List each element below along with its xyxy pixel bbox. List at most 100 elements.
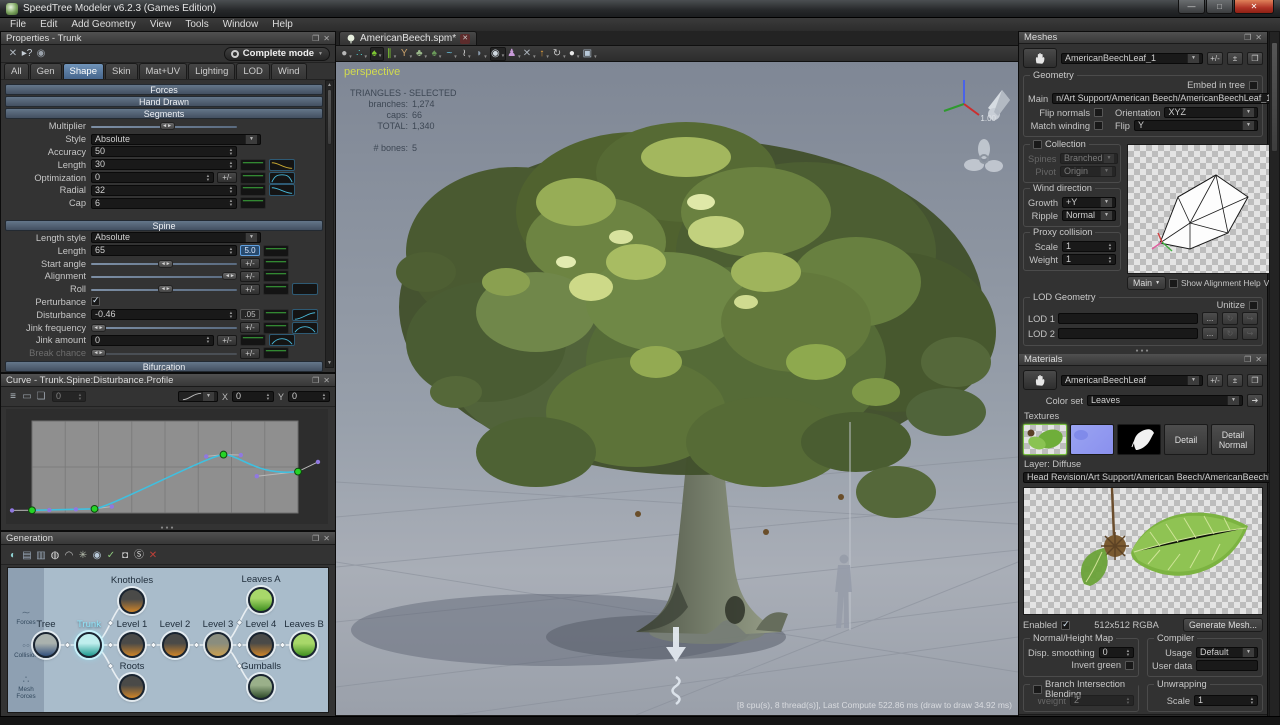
length-style-dropdown[interactable]: Absolute▼	[91, 232, 261, 243]
disturbance-input[interactable]: -0.46▲▼	[91, 309, 237, 320]
complete-mode-button[interactable]: Complete mode ▼	[224, 47, 330, 61]
leaf-tool-icon[interactable]: ♠▼	[370, 47, 384, 61]
seg-length-input[interactable]: 30▲▼	[91, 159, 237, 170]
diffuse-texture-thumb[interactable]	[1023, 424, 1067, 455]
curve-y-input[interactable]: 0▲▼	[288, 391, 330, 402]
trunk-tool-icon[interactable]: ♠▼	[430, 47, 444, 61]
enable-check-tool-icon[interactable]: ✓	[104, 549, 118, 563]
material-selector-dropdown[interactable]: AmericanBeechLeaf▼	[1061, 375, 1203, 386]
tab-matuv[interactable]: Mat+UV	[139, 63, 188, 79]
profile-curve-button[interactable]	[263, 245, 289, 257]
material-plusminus-button[interactable]: +/-	[1207, 374, 1223, 387]
node-gumballs[interactable]	[248, 674, 274, 700]
optimization-curve-button[interactable]	[269, 172, 295, 184]
profile-curve-button[interactable]	[240, 159, 266, 171]
profile-curve-button[interactable]	[263, 347, 289, 359]
jink-amount-input[interactable]: 0▲▼	[91, 335, 214, 346]
rotate-tool-icon[interactable]: ↻▼	[553, 47, 567, 61]
node-trunk[interactable]	[76, 632, 102, 658]
roll-slider[interactable]: ◄►	[91, 284, 237, 294]
bib-weight-input[interactable]: 2▲▼	[1070, 695, 1134, 706]
tree-tool-icon[interactable]: ♣▼	[415, 47, 429, 61]
plusminus-button[interactable]: +/-	[240, 322, 260, 333]
minimize-button[interactable]: —	[1178, 0, 1205, 14]
lock-tool-icon[interactable]: ◘	[118, 549, 132, 563]
multiplier-slider[interactable]: ◄►	[91, 121, 237, 131]
close-panel-icon[interactable]: ✕	[323, 376, 330, 385]
profile-curve-button[interactable]	[263, 258, 289, 270]
jink-frequency-slider[interactable]: ◄►	[91, 323, 237, 333]
style-dropdown[interactable]: Absolute▼	[91, 134, 261, 145]
float-panel-icon[interactable]: ❐	[312, 534, 319, 543]
section-segments[interactable]: Segments	[5, 108, 323, 119]
match-winding-checkbox[interactable]	[1094, 121, 1103, 130]
float-panel-icon[interactable]: ❐	[312, 34, 319, 43]
disturbance-variance-badge[interactable]: .05	[240, 309, 260, 320]
mesh-wireframe-preview[interactable]	[1127, 144, 1280, 274]
node-level4[interactable]	[248, 632, 274, 658]
proxy-weight-input[interactable]: 1▲▼	[1062, 254, 1116, 265]
lod1-path-field[interactable]	[1058, 313, 1198, 324]
curve-type-dropdown[interactable]: ▼	[178, 391, 218, 402]
material-preview-thumb[interactable]	[1023, 370, 1057, 390]
orientation-dropdown[interactable]: XYZ▼	[1164, 107, 1258, 118]
arc-tool-icon[interactable]: ◠	[62, 549, 76, 563]
group-horizontal-tool-icon[interactable]: ▤	[20, 549, 34, 563]
sphere-display-tool-icon[interactable]: ◍	[48, 549, 62, 563]
menu-window[interactable]: Window	[217, 19, 265, 30]
flip-normals-checkbox[interactable]	[1094, 108, 1103, 117]
menu-add-geometry[interactable]: Add Geometry	[65, 19, 141, 30]
enabled-checkbox[interactable]	[1061, 621, 1070, 630]
focus-tool-icon[interactable]: ◉▼	[490, 47, 506, 61]
break-chance-slider[interactable]: ◄►	[91, 348, 237, 358]
flip-dropdown[interactable]: Y▼	[1134, 120, 1258, 131]
plusminus-button[interactable]: +/-	[217, 172, 237, 183]
profile-curve-button[interactable]	[240, 197, 266, 209]
preview-main-dropdown[interactable]: Main▼	[1127, 276, 1166, 290]
close-panel-icon[interactable]: ✕	[323, 34, 330, 43]
normal-texture-thumb[interactable]	[1070, 424, 1114, 455]
profile-curve-button[interactable]	[263, 270, 289, 282]
node-level3[interactable]	[205, 632, 231, 658]
unitize-checkbox[interactable]	[1249, 301, 1258, 310]
main-mesh-path-field[interactable]: n/Art Support/American Beech/AmericanBee…	[1052, 93, 1280, 104]
curve-x-input[interactable]: 0▲▼	[232, 391, 274, 402]
mushroom-tool-icon[interactable]: ♟▼	[507, 47, 521, 61]
profile-curve-button[interactable]	[240, 184, 266, 196]
length-variance-badge[interactable]: 5.0	[240, 245, 260, 256]
curve-value-input[interactable]: 0▲▼	[52, 391, 86, 402]
section-hand-drawn[interactable]: Hand Drawn	[5, 96, 323, 107]
group-vertical-tool-icon[interactable]: ▥	[34, 549, 48, 563]
section-spine[interactable]: Spine	[5, 220, 323, 231]
visibility-tool-icon[interactable]: ◉	[90, 549, 104, 563]
mesh-forces-palette-icon[interactable]: ∴	[8, 673, 44, 686]
show-generators-tool-icon[interactable]: ◐	[6, 549, 20, 563]
disp-smoothing-input[interactable]: 0▲▼	[1099, 647, 1134, 658]
export-tool-icon[interactable]: ▣▼	[583, 47, 598, 61]
usage-dropdown[interactable]: Default▼	[1196, 647, 1258, 658]
delete-tool-icon[interactable]: ✕	[6, 47, 20, 61]
spine-length-input[interactable]: 65▲▼	[91, 245, 237, 256]
camera-mode-label[interactable]: perspective	[344, 66, 400, 78]
user-data-field[interactable]	[1196, 660, 1258, 671]
menu-tools[interactable]: Tools	[179, 19, 214, 30]
curve-canvas[interactable]	[6, 409, 330, 524]
curve-preset-tool-icon[interactable]: ≡	[6, 390, 20, 404]
cap-input[interactable]: 6▲▼	[91, 198, 237, 209]
float-panel-icon[interactable]: ❐	[1244, 33, 1251, 42]
material-copy-button[interactable]: ❐	[1247, 374, 1263, 387]
profile-curve-button[interactable]	[263, 309, 289, 321]
node-leavesB[interactable]	[291, 632, 317, 658]
float-panel-icon[interactable]: ❐	[312, 376, 319, 385]
mesh-add-button[interactable]: ±	[1227, 52, 1243, 65]
prune-tool-icon[interactable]: ✕▼	[523, 47, 537, 61]
ripple-dropdown[interactable]: Normal▼	[1062, 210, 1116, 221]
detail-normal-texture-button[interactable]: Detail Normal	[1211, 424, 1255, 455]
document-tab[interactable]: AmericanBeech.spm* ✕	[339, 31, 477, 45]
lod2-path-field[interactable]	[1058, 328, 1198, 339]
close-panel-icon[interactable]: ✕	[323, 534, 330, 543]
collection-checkbox[interactable]	[1033, 140, 1042, 149]
spline-tool-icon[interactable]: ~▼	[445, 47, 459, 61]
mesh-preview-thumb[interactable]	[1023, 48, 1057, 68]
close-button[interactable]: ✕	[1234, 0, 1274, 14]
